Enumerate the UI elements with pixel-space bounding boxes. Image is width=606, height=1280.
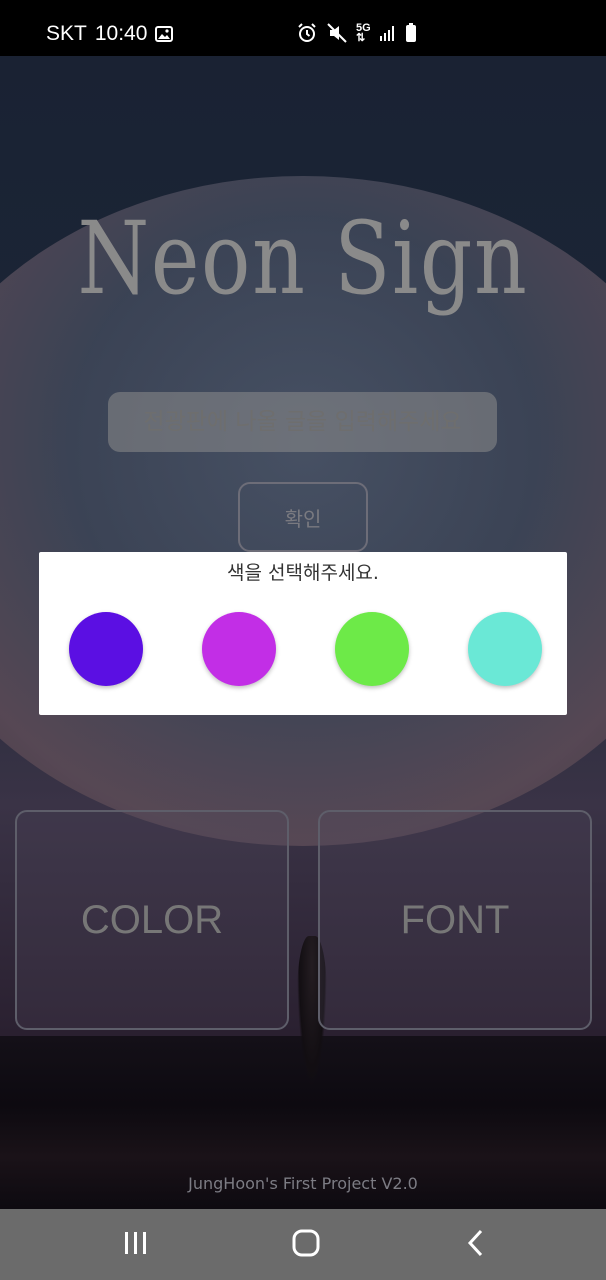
status-right: 5G ⇅ bbox=[296, 22, 417, 44]
clock: 10:40 bbox=[94, 22, 148, 45]
mute-icon bbox=[326, 22, 348, 44]
status-left: SKT 10:40 bbox=[46, 22, 174, 46]
back-icon bbox=[466, 1229, 486, 1261]
sign-text-input[interactable]: 전광판에 나올 글을 입력해주세요 bbox=[108, 392, 497, 452]
color-button[interactable]: COLOR bbox=[15, 810, 289, 1030]
color-swatch-cyan[interactable] bbox=[468, 612, 542, 686]
dialog-title: 색을 선택해주세요. bbox=[227, 562, 379, 584]
font-button-label: FONT bbox=[400, 897, 510, 942]
home-icon bbox=[292, 1229, 320, 1261]
recent-apps-icon bbox=[122, 1230, 150, 1260]
color-button-label: COLOR bbox=[80, 897, 224, 942]
font-button[interactable]: FONT bbox=[318, 810, 592, 1030]
color-swatch-green[interactable] bbox=[335, 612, 409, 686]
carrier-label: SKT bbox=[46, 22, 87, 45]
footer-text: JungHoon's First Project V2.0 bbox=[188, 1174, 418, 1193]
network-5g-icon: 5G ⇅ bbox=[356, 22, 371, 44]
app-title: Neon Sign bbox=[77, 200, 529, 317]
home-button[interactable] bbox=[276, 1229, 336, 1261]
battery-icon bbox=[405, 23, 417, 43]
color-swatch-magenta[interactable] bbox=[202, 612, 276, 686]
back-button[interactable] bbox=[446, 1229, 506, 1261]
confirm-button[interactable]: 확인 bbox=[238, 482, 368, 552]
alarm-icon bbox=[296, 22, 318, 44]
recent-apps-button[interactable] bbox=[106, 1229, 166, 1261]
color-swatch-purple[interactable] bbox=[69, 612, 143, 686]
gallery-icon bbox=[155, 26, 174, 42]
navigation-bar bbox=[0, 1209, 606, 1280]
signal-icon bbox=[379, 24, 397, 42]
color-picker-dialog: 색을 선택해주세요. bbox=[39, 552, 567, 715]
